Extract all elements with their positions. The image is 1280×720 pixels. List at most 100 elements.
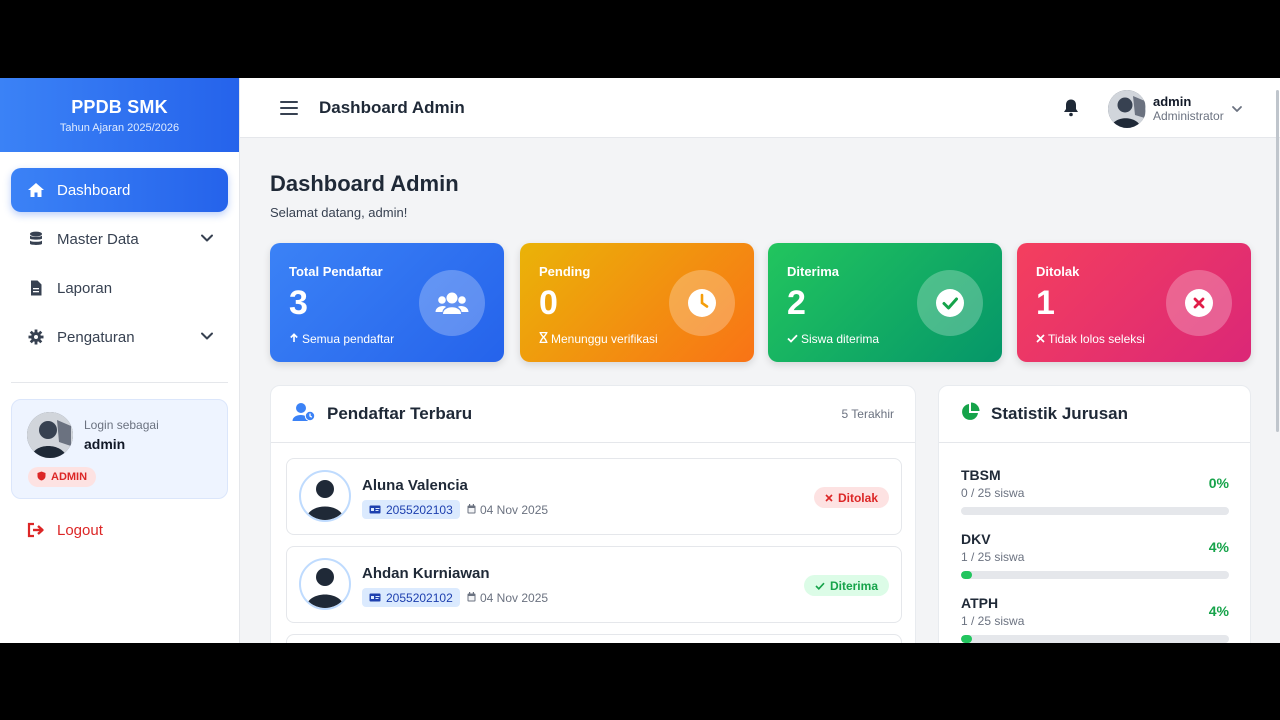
id-card-icon bbox=[369, 503, 381, 517]
sidebar-item-pengaturan[interactable]: Pengaturan bbox=[11, 315, 228, 359]
status-badge: Ditolak bbox=[813, 487, 889, 508]
gear-icon bbox=[27, 328, 45, 346]
registrant-name: Ahdan Kurniawan bbox=[362, 565, 490, 582]
registrant-row[interactable]: Aluna Valencia 2055202103 04 Nov 2025 Di… bbox=[286, 458, 902, 535]
registrant-row[interactable]: Ahdan Kurniawan 2055202102 04 Nov 2025 D… bbox=[286, 546, 902, 623]
major-name: ATPH bbox=[961, 595, 999, 611]
role-badge: ADMIN bbox=[28, 467, 97, 487]
role-badge-label: ADMIN bbox=[51, 471, 88, 483]
logout-button[interactable]: Logout bbox=[11, 517, 228, 543]
card-header: Pendaftar Terbaru 5 Terakhir bbox=[271, 386, 915, 443]
pie-chart-icon bbox=[960, 402, 980, 427]
sidebar-item-master-data[interactable]: Master Data bbox=[11, 217, 228, 261]
main-content: Dashboard Admin Selamat datang, admin! T… bbox=[240, 138, 1280, 643]
avatar bbox=[299, 558, 351, 610]
stat-card-total[interactable]: Total Pendaftar 3 Semua pendaftar bbox=[270, 243, 504, 362]
chevron-down-icon[interactable] bbox=[200, 329, 214, 347]
registrant-id-badge: 2055202103 bbox=[362, 500, 460, 519]
major-count: 1 / 25 siswa bbox=[961, 550, 1025, 564]
major-stat-item: TBSM 0 / 25 siswa 0% bbox=[961, 467, 1229, 515]
login-label: Login sebagai bbox=[84, 418, 159, 432]
page-subtitle: Selamat datang, admin! bbox=[270, 205, 408, 220]
id-card-icon bbox=[369, 591, 381, 605]
registrant-date: 04 Nov 2025 bbox=[467, 591, 548, 605]
stat-footer-text: Menunggu verifikasi bbox=[551, 332, 658, 347]
stat-card-pending[interactable]: Pending 0 Menunggu verifikasi bbox=[520, 243, 754, 362]
registrant-id: 2055202103 bbox=[386, 502, 453, 517]
user-role: Administrator bbox=[1153, 109, 1224, 123]
stat-footer-text: Siswa diterima bbox=[801, 332, 880, 347]
stat-card-rejected[interactable]: Ditolak 1 Tidak lolos seleksi bbox=[1017, 243, 1251, 362]
sidebar-item-laporan[interactable]: Laporan bbox=[11, 266, 228, 310]
sidebar-item-label: Dashboard bbox=[57, 181, 131, 199]
sidebar-item-label: Pengaturan bbox=[57, 328, 135, 346]
home-icon bbox=[27, 181, 45, 199]
sidebar-item-label: Laporan bbox=[57, 279, 113, 297]
major-name: TBSM bbox=[961, 467, 1001, 483]
registrant-date: 04 Nov 2025 bbox=[467, 503, 548, 517]
calendar-icon bbox=[467, 591, 476, 605]
chevron-down-icon[interactable] bbox=[1231, 102, 1243, 120]
close-icon bbox=[825, 491, 833, 505]
card-header: Statistik Jurusan bbox=[939, 386, 1250, 443]
avatar bbox=[299, 470, 351, 522]
brand-header[interactable]: PPDB SMK Tahun Ajaran 2025/2026 bbox=[0, 78, 239, 152]
sidebar-nav: Dashboard Master Data Laporan Pengaturan bbox=[0, 152, 239, 359]
arrow-up-icon bbox=[289, 332, 299, 346]
registrant-id: 2055202102 bbox=[386, 590, 453, 605]
user-clock-icon bbox=[292, 402, 316, 427]
major-name: DKV bbox=[961, 531, 991, 547]
menu-toggle-icon[interactable] bbox=[280, 100, 298, 115]
stat-card-accepted[interactable]: Diterima 2 Siswa diterima bbox=[768, 243, 1002, 362]
close-icon bbox=[1036, 332, 1045, 346]
registrant-row[interactable] bbox=[286, 634, 902, 643]
shield-icon bbox=[37, 471, 46, 484]
major-percent: 0% bbox=[1208, 475, 1229, 491]
card-meta: 5 Terakhir bbox=[841, 407, 894, 421]
database-icon bbox=[27, 230, 45, 248]
user-name[interactable]: admin bbox=[1153, 94, 1191, 109]
logout-label: Logout bbox=[57, 521, 103, 539]
login-username: admin bbox=[84, 436, 126, 452]
bell-icon[interactable] bbox=[1062, 98, 1080, 122]
sidebar-item-dashboard[interactable]: Dashboard bbox=[11, 168, 228, 212]
chevron-down-icon[interactable] bbox=[200, 231, 214, 249]
sidebar-divider bbox=[11, 382, 228, 383]
brand-subtitle: Tahun Ajaran 2025/2026 bbox=[59, 122, 180, 134]
registrant-date-text: 04 Nov 2025 bbox=[480, 591, 549, 605]
topbar-title: Dashboard Admin bbox=[319, 97, 465, 117]
stat-footer-text: Tidak lolos seleksi bbox=[1048, 332, 1145, 347]
progress-fill bbox=[961, 635, 972, 643]
topbar: Dashboard Admin admin Administrator bbox=[240, 78, 1280, 432]
major-count: 1 / 25 siswa bbox=[961, 614, 1025, 628]
stat-footer-text: Semua pendaftar bbox=[302, 332, 395, 347]
status-label: Diterima bbox=[829, 578, 878, 593]
sidebar: PPDB SMK Tahun Ajaran 2025/2026 Dashboar… bbox=[0, 78, 240, 643]
check-icon bbox=[787, 332, 798, 346]
avatar bbox=[27, 412, 73, 458]
page-title: Dashboard Admin bbox=[270, 171, 459, 196]
major-count: 0 / 25 siswa bbox=[961, 486, 1025, 500]
progress-fill bbox=[961, 571, 972, 579]
logout-icon bbox=[27, 521, 45, 539]
major-stat-item: ATPH 1 / 25 siswa 4% bbox=[961, 595, 1229, 643]
clock-icon bbox=[669, 270, 735, 336]
login-info-card: Login sebagai admin ADMIN bbox=[11, 399, 228, 499]
status-badge: Diterima bbox=[803, 575, 889, 596]
major-stat-item: DKV 1 / 25 siswa 4% bbox=[961, 531, 1229, 579]
sidebar-item-label: Master Data bbox=[57, 230, 139, 248]
calendar-icon bbox=[467, 503, 476, 517]
x-circle-icon bbox=[1166, 270, 1232, 336]
check-circle-icon bbox=[917, 270, 983, 336]
hourglass-icon bbox=[539, 332, 548, 346]
status-label: Ditolak bbox=[837, 490, 878, 505]
major-percent: 4% bbox=[1208, 539, 1229, 555]
registrant-name: Aluna Valencia bbox=[362, 477, 468, 494]
recent-registrants-card: Pendaftar Terbaru 5 Terakhir Aluna Valen… bbox=[270, 385, 916, 643]
registrant-date-text: 04 Nov 2025 bbox=[480, 503, 549, 517]
user-avatar[interactable] bbox=[1108, 90, 1146, 128]
major-percent: 4% bbox=[1208, 603, 1229, 619]
progress-bar bbox=[961, 507, 1229, 515]
progress-bar bbox=[961, 571, 1229, 579]
major-stats-card: Statistik Jurusan TBSM 0 / 25 siswa 0% D… bbox=[938, 385, 1251, 643]
